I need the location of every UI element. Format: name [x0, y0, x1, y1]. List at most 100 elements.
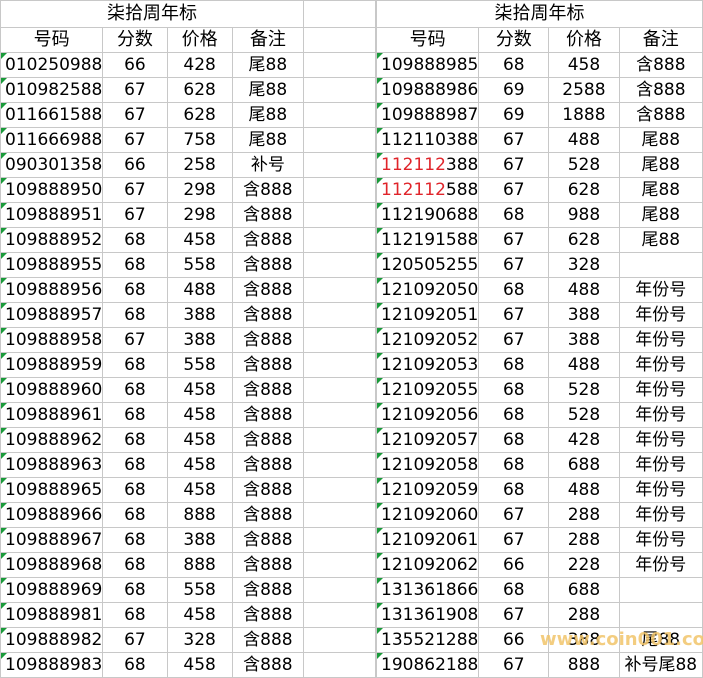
empty-cell[interactable] — [303, 277, 376, 303]
right-cell-remark[interactable]: 尾88 — [618, 627, 703, 653]
right-cell-remark[interactable] — [618, 252, 703, 278]
empty-cell[interactable] — [303, 552, 376, 578]
right-cell-number[interactable]: 109888985 — [375, 52, 480, 78]
left-cell-remark[interactable]: 含888 — [231, 652, 305, 678]
left-cell-number[interactable]: 109888960 — [0, 377, 104, 403]
right-cell-score[interactable]: 67 — [478, 327, 550, 353]
right-cell-score[interactable]: 67 — [478, 527, 550, 553]
left-cell-price[interactable]: 888 — [166, 502, 233, 528]
empty-cell[interactable] — [303, 102, 376, 128]
left-cell-score[interactable]: 67 — [102, 627, 168, 653]
left-cell-number[interactable]: 109888952 — [0, 227, 104, 253]
left-cell-price[interactable]: 388 — [166, 302, 233, 328]
left-cell-remark[interactable]: 含888 — [231, 602, 305, 628]
left-cell-score[interactable]: 67 — [102, 77, 168, 103]
right-header-score[interactable]: 分数 — [478, 27, 550, 53]
left-cell-score[interactable]: 67 — [102, 127, 168, 153]
empty-cell[interactable] — [303, 0, 376, 28]
left-cell-number[interactable]: 109888959 — [0, 352, 104, 378]
right-cell-number[interactable]: 135521288 — [375, 627, 480, 653]
right-cell-score[interactable]: 67 — [478, 152, 550, 178]
left-cell-remark[interactable]: 尾88 — [231, 127, 305, 153]
right-cell-number[interactable]: 131361908 — [375, 602, 480, 628]
left-cell-remark[interactable]: 含888 — [231, 402, 305, 428]
left-cell-score[interactable]: 68 — [102, 252, 168, 278]
right-cell-score[interactable]: 66 — [478, 627, 550, 653]
left-cell-price[interactable]: 428 — [166, 52, 233, 78]
right-cell-score[interactable]: 69 — [478, 102, 550, 128]
left-cell-number[interactable]: 109888969 — [0, 577, 104, 603]
left-cell-price[interactable]: 558 — [166, 352, 233, 378]
right-cell-score[interactable]: 66 — [478, 552, 550, 578]
left-cell-price[interactable]: 628 — [166, 77, 233, 103]
right-cell-remark[interactable]: 尾88 — [618, 177, 703, 203]
right-cell-score[interactable]: 68 — [478, 427, 550, 453]
right-cell-remark[interactable]: 含888 — [618, 52, 703, 78]
left-cell-number[interactable]: 109888967 — [0, 527, 104, 553]
right-cell-score[interactable]: 68 — [478, 52, 550, 78]
left-cell-number[interactable]: 090301358 — [0, 152, 104, 178]
right-cell-number[interactable]: 121092051 — [375, 302, 480, 328]
right-table-title[interactable]: 柒拾周年标 — [376, 0, 703, 28]
left-cell-number[interactable]: 109888961 — [0, 402, 104, 428]
right-cell-number[interactable]: 112190688 — [375, 202, 480, 228]
left-cell-remark[interactable]: 含888 — [231, 577, 305, 603]
right-cell-number[interactable]: 131361866 — [375, 577, 480, 603]
right-cell-remark[interactable]: 年份号 — [618, 477, 703, 503]
empty-cell[interactable] — [303, 202, 376, 228]
empty-cell[interactable] — [303, 52, 376, 78]
right-cell-remark[interactable]: 尾88 — [618, 152, 703, 178]
empty-cell[interactable] — [303, 402, 376, 428]
right-cell-score[interactable]: 67 — [478, 127, 550, 153]
right-cell-price[interactable]: 288 — [548, 602, 620, 628]
left-cell-number[interactable]: 109888962 — [0, 427, 104, 453]
right-cell-price[interactable]: 428 — [548, 427, 620, 453]
empty-cell[interactable] — [303, 152, 376, 178]
left-cell-score[interactable]: 67 — [102, 202, 168, 228]
left-cell-number[interactable]: 109888983 — [0, 652, 104, 678]
right-cell-price[interactable]: 2588 — [548, 77, 620, 103]
right-cell-remark[interactable]: 年份号 — [618, 427, 703, 453]
right-cell-price[interactable]: 328 — [548, 252, 620, 278]
left-cell-score[interactable]: 66 — [102, 152, 168, 178]
left-cell-score[interactable]: 68 — [102, 402, 168, 428]
left-cell-number[interactable]: 011666988 — [0, 127, 104, 153]
left-cell-remark[interactable]: 含888 — [231, 302, 305, 328]
left-cell-price[interactable]: 758 — [166, 127, 233, 153]
left-cell-remark[interactable]: 补号 — [231, 152, 305, 178]
left-cell-remark[interactable]: 尾88 — [231, 77, 305, 103]
right-cell-number[interactable]: 121092062 — [375, 552, 480, 578]
empty-cell[interactable] — [303, 227, 376, 253]
left-cell-number[interactable]: 109888965 — [0, 477, 104, 503]
right-cell-number[interactable]: 121092057 — [375, 427, 480, 453]
left-cell-score[interactable]: 68 — [102, 552, 168, 578]
left-table-title[interactable]: 柒拾周年标 — [0, 0, 305, 28]
left-cell-number[interactable]: 109888950 — [0, 177, 104, 203]
right-cell-remark[interactable]: 含888 — [618, 102, 703, 128]
right-cell-remark[interactable]: 尾88 — [618, 127, 703, 153]
left-cell-number[interactable]: 109888968 — [0, 552, 104, 578]
left-cell-number[interactable]: 109888966 — [0, 502, 104, 528]
left-cell-number[interactable]: 010250988 — [0, 52, 104, 78]
right-cell-score[interactable]: 68 — [478, 452, 550, 478]
empty-cell[interactable] — [303, 452, 376, 478]
left-cell-score[interactable]: 68 — [102, 352, 168, 378]
empty-cell[interactable] — [303, 252, 376, 278]
left-cell-score[interactable]: 68 — [102, 502, 168, 528]
right-cell-remark[interactable]: 年份号 — [618, 377, 703, 403]
empty-cell[interactable] — [303, 477, 376, 503]
left-cell-number[interactable]: 109888957 — [0, 302, 104, 328]
right-cell-number[interactable]: 121092050 — [375, 277, 480, 303]
right-cell-number[interactable]: 112191588 — [375, 227, 480, 253]
right-cell-price[interactable]: 628 — [548, 177, 620, 203]
left-cell-price[interactable]: 258 — [166, 152, 233, 178]
right-cell-number[interactable]: 120505255 — [375, 252, 480, 278]
left-cell-price[interactable]: 298 — [166, 202, 233, 228]
right-cell-number[interactable]: 121092055 — [375, 377, 480, 403]
left-cell-number[interactable]: 010982588 — [0, 77, 104, 103]
left-cell-remark[interactable]: 含888 — [231, 327, 305, 353]
left-cell-number[interactable]: 109888958 — [0, 327, 104, 353]
left-cell-remark[interactable]: 含888 — [231, 277, 305, 303]
right-cell-price[interactable]: 528 — [548, 152, 620, 178]
left-cell-price[interactable]: 628 — [166, 102, 233, 128]
